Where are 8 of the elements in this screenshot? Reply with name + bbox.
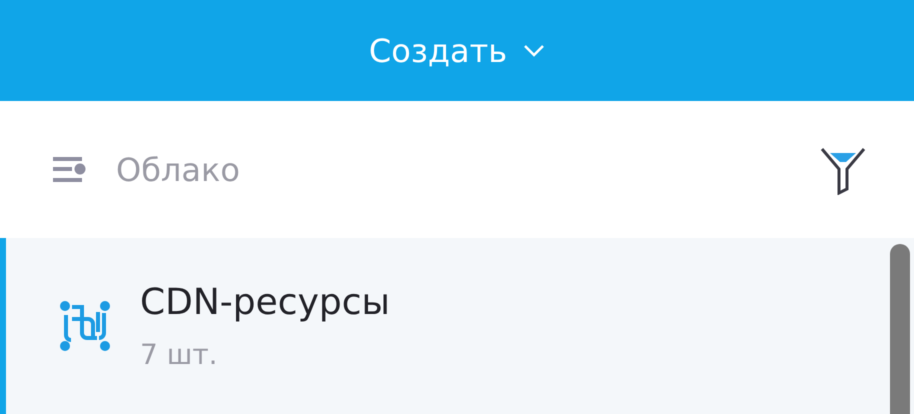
- chevron-down-icon: [523, 44, 546, 58]
- list-item[interactable]: CDN-ресурсы 7 шт.: [0, 238, 914, 414]
- item-count: 7 шт.: [140, 337, 219, 373]
- list-icon: [53, 157, 86, 182]
- folder-selector[interactable]: Облако: [53, 146, 240, 194]
- create-button[interactable]: Создать: [368, 26, 546, 74]
- network-icon: [58, 299, 112, 353]
- item-title: CDN-ресурсы: [140, 281, 390, 325]
